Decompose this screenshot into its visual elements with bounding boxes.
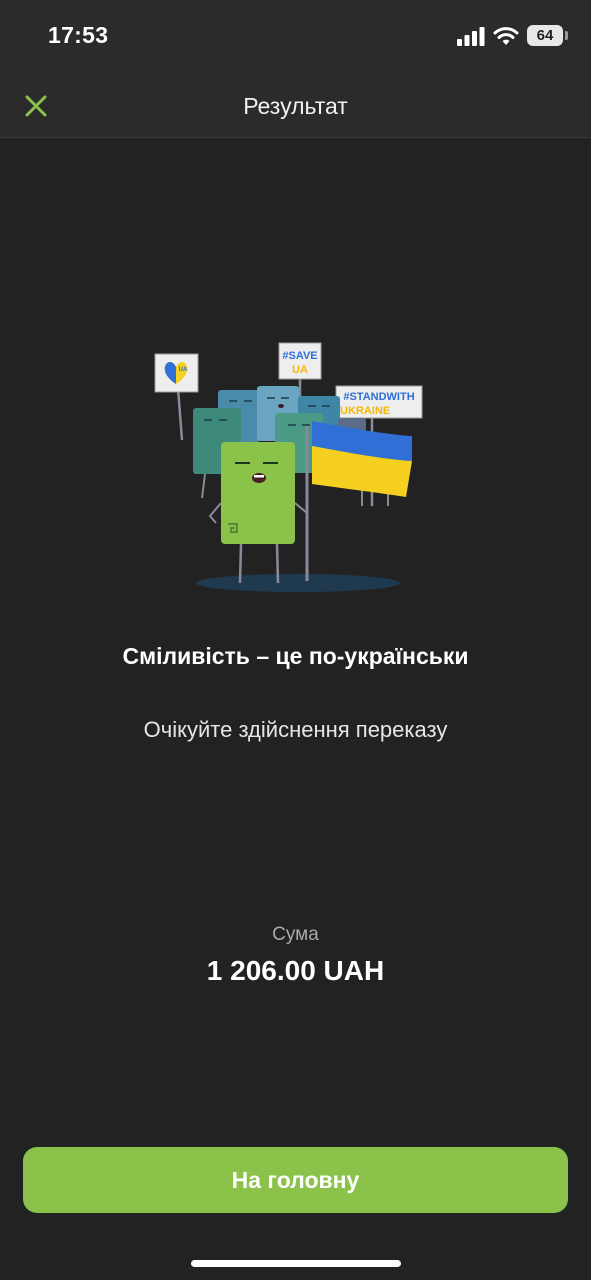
support-ukraine-illustration: UA #SAVE UA #STANDWITH UKRAINE xyxy=(154,342,423,592)
status-bar: 17:53 64 xyxy=(0,0,591,76)
page-title: Результат xyxy=(243,93,348,119)
amount-value: 1 206.00 UAH xyxy=(206,955,385,986)
headline: Сміливість – це по-українськи xyxy=(122,643,469,669)
stand-sign-line2: UKRAINE xyxy=(340,405,390,417)
stand-sign-line1: #STANDWITH xyxy=(343,391,414,403)
amount-label: Сума xyxy=(272,924,319,945)
status-icons: 64 xyxy=(457,25,568,46)
status-message: Очікуйте здійснення переказу xyxy=(143,717,448,742)
wifi-icon xyxy=(493,26,519,45)
battery-level: 64 xyxy=(536,27,554,44)
save-sign-line2: UA xyxy=(292,364,308,376)
battery-icon: 64 xyxy=(527,25,568,46)
home-indicator[interactable] xyxy=(191,1260,401,1267)
status-time: 17:53 xyxy=(48,22,109,48)
home-button[interactable]: На головну xyxy=(23,1147,568,1213)
save-sign-line1: #SAVE xyxy=(282,350,317,362)
signal-icon xyxy=(457,26,485,46)
heart-sign-text: UA xyxy=(179,367,188,373)
nav-bar: Результат xyxy=(0,76,591,138)
